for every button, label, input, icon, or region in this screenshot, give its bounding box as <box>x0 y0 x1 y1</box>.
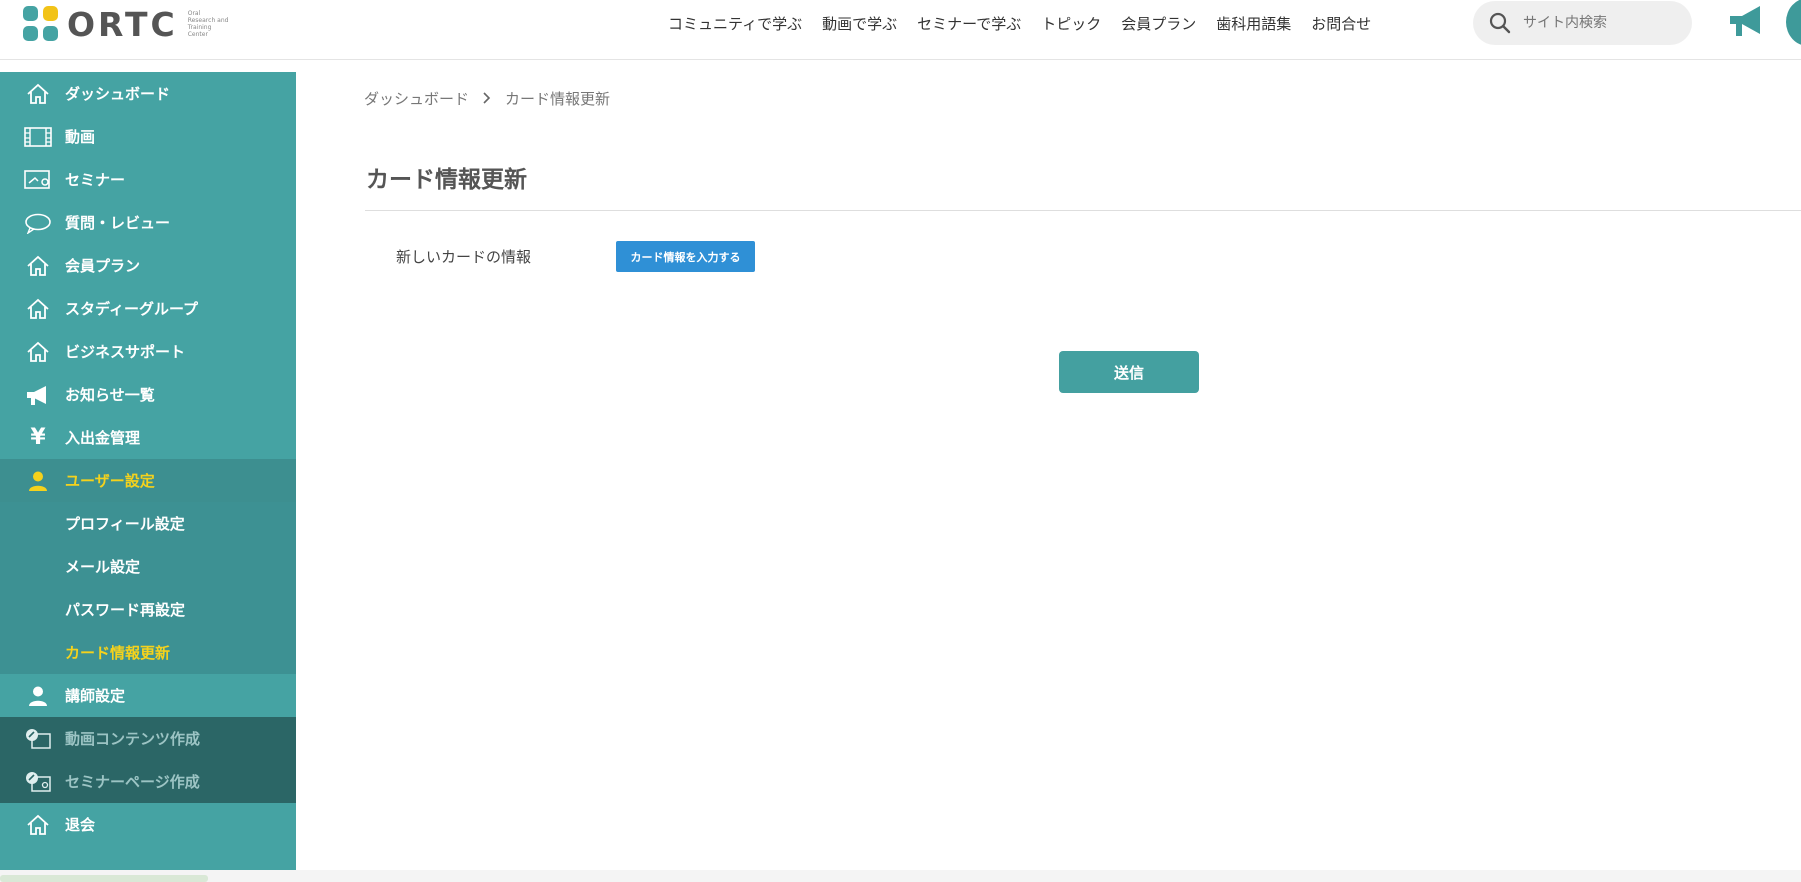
logo-wordmark: ORTC <box>67 4 178 44</box>
nav-videos[interactable]: 動画で学ぶ <box>822 13 897 34</box>
film-icon <box>24 124 52 150</box>
nav-seminars[interactable]: セミナーで学ぶ <box>917 13 1021 34</box>
home-icon <box>24 339 52 365</box>
sidebar-item-business-support[interactable]: ビジネスサポート <box>0 330 296 373</box>
page-title: カード情報更新 <box>366 167 527 193</box>
home-icon <box>24 253 52 279</box>
nav-glossary[interactable]: 歯科用語集 <box>1216 13 1291 34</box>
nav-topics[interactable]: トピック <box>1041 13 1101 34</box>
logo-tagline: Oral Research and Training Center <box>187 10 229 38</box>
seminar-icon <box>24 167 52 193</box>
video-edit-icon <box>24 726 52 752</box>
sidebar-item-questions-reviews[interactable]: 質問・レビュー <box>0 201 296 244</box>
sidebar-item-news[interactable]: お知らせ一覧 <box>0 373 296 416</box>
instructor-tools: 動画コンテンツ作成 セミナーページ作成 <box>0 717 296 803</box>
sidebar-item-seminars[interactable]: セミナー <box>0 158 296 201</box>
sidebar-item-dashboard[interactable]: ダッシュボード <box>0 72 296 115</box>
seminar-edit-icon <box>24 769 52 795</box>
megaphone-icon[interactable] <box>1726 3 1766 43</box>
nav-contact[interactable]: お問合せ <box>1311 13 1371 34</box>
megaphone-icon <box>24 382 52 408</box>
sidebar-item-study-group[interactable]: スタディーグループ <box>0 287 296 330</box>
sidebar-item-profile-settings[interactable]: プロフィール設定 <box>0 502 296 545</box>
search-input[interactable] <box>1521 14 1685 32</box>
home-icon <box>24 81 52 107</box>
home-icon <box>24 812 52 838</box>
sidebar-item-membership-plan[interactable]: 会員プラン <box>0 244 296 287</box>
breadcrumb-current: カード情報更新 <box>505 90 611 108</box>
home-icon <box>24 296 52 322</box>
site-logo[interactable]: ORTC Oral Research and Training Center <box>23 4 258 44</box>
sidebar-item-videos[interactable]: 動画 <box>0 115 296 158</box>
footer-strip <box>0 870 1801 882</box>
sidebar-item-create-seminar-page[interactable]: セミナーページ作成 <box>0 760 296 803</box>
sidebar-item-payments[interactable]: ¥ 入出金管理 <box>0 416 296 459</box>
chat-bubble-icon <box>24 210 52 236</box>
sidebar-item-password-reset[interactable]: パスワード再設定 <box>0 588 296 631</box>
sidebar-item-create-video-content[interactable]: 動画コンテンツ作成 <box>0 717 296 760</box>
user-icon <box>24 468 52 494</box>
title-divider <box>365 210 1801 211</box>
horizontal-scrollbar[interactable] <box>0 875 208 882</box>
sidebar-item-withdraw[interactable]: 退会 <box>0 803 296 846</box>
submit-button[interactable]: 送信 <box>1059 351 1199 393</box>
chevron-right-icon <box>483 90 491 108</box>
search-icon <box>1489 12 1511 34</box>
breadcrumb: ダッシュボード カード情報更新 <box>364 88 610 109</box>
user-avatar[interactable] <box>1786 0 1801 46</box>
breadcrumb-dashboard[interactable]: ダッシュボード <box>364 88 469 109</box>
site-header: ORTC Oral Research and Training Center コ… <box>0 0 1801 60</box>
user-icon <box>24 683 52 709</box>
sidebar: ダッシュボード 動画 セミナー 質問・レビュー 会員プラン スタディーグループ <box>0 72 296 870</box>
sidebar-item-card-update[interactable]: カード情報更新 <box>0 631 296 674</box>
logo-mark <box>23 6 59 42</box>
card-info-label: 新しいカードの情報 <box>396 248 532 266</box>
nav-community[interactable]: コミュニティで学ぶ <box>668 13 802 34</box>
user-settings-submenu: プロフィール設定 メール設定 パスワード再設定 カード情報更新 <box>0 502 296 674</box>
nav-membership-plan[interactable]: 会員プラン <box>1121 13 1196 34</box>
yen-icon: ¥ <box>30 425 46 450</box>
sidebar-item-user-settings[interactable]: ユーザー設定 <box>0 459 296 502</box>
sidebar-item-instructor-settings[interactable]: 講師設定 <box>0 674 296 717</box>
enter-card-button[interactable]: カード情報を入力する <box>616 241 755 272</box>
site-search[interactable] <box>1473 1 1692 45</box>
top-navigation: コミュニティで学ぶ 動画で学ぶ セミナーで学ぶ トピック 会員プラン 歯科用語集… <box>668 13 1391 34</box>
sidebar-item-mail-settings[interactable]: メール設定 <box>0 545 296 588</box>
